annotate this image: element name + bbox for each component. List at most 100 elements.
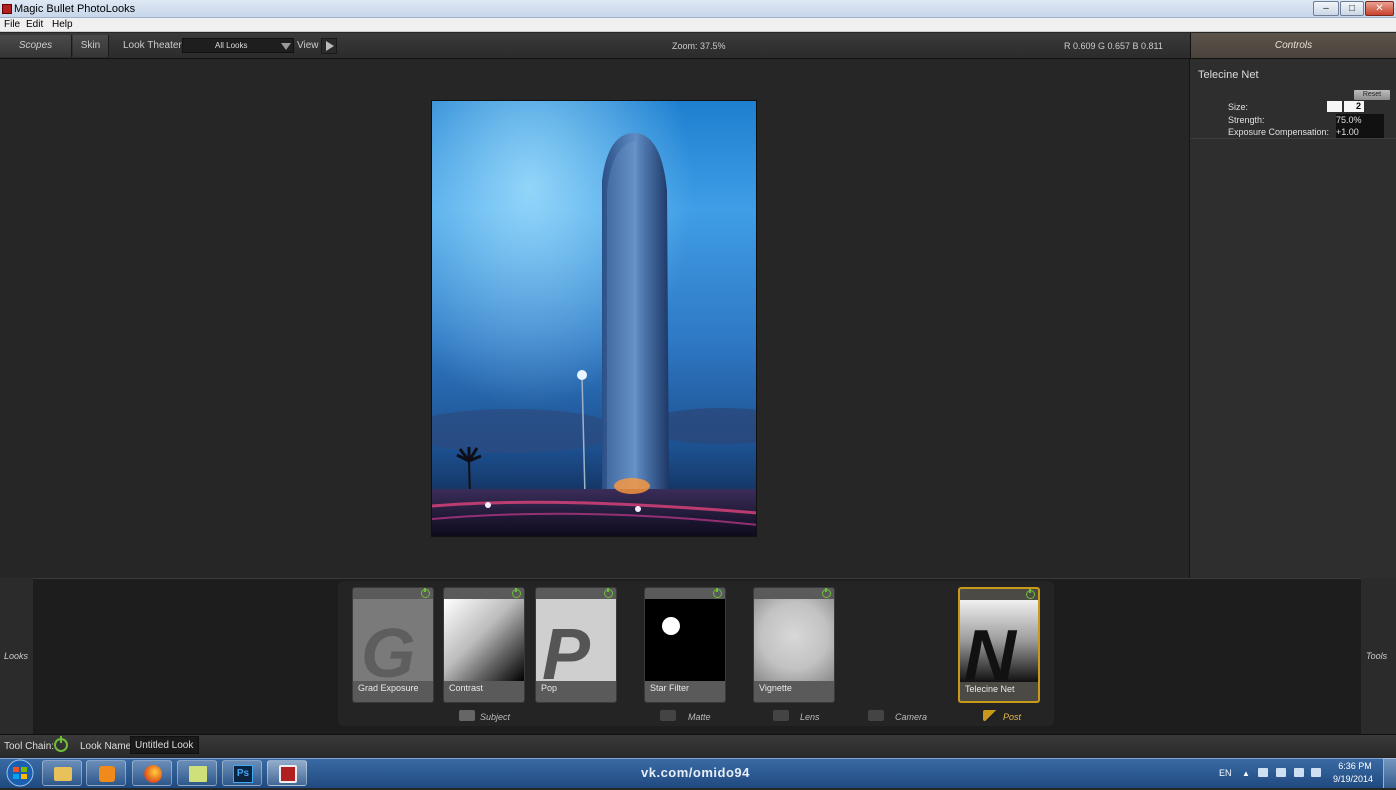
chevron-down-icon xyxy=(281,43,291,50)
param-strength-value[interactable]: 75.0% xyxy=(1336,114,1384,126)
tool-pop[interactable]: P Pop xyxy=(535,587,617,703)
menu-help[interactable]: Help xyxy=(52,19,73,30)
power-icon[interactable] xyxy=(822,588,831,598)
power-icon[interactable] xyxy=(604,588,613,598)
minimize-button[interactable]: – xyxy=(1313,1,1339,16)
window-title: Magic Bullet PhotoLooks xyxy=(14,3,136,15)
maximize-button[interactable]: □ xyxy=(1340,1,1364,16)
window-title-bar: Magic Bullet PhotoLooks – □ ✕ xyxy=(0,0,1396,18)
tools-drawer[interactable]: Tools xyxy=(1361,578,1396,734)
camera-icon xyxy=(868,710,884,721)
tool-grad-exposure[interactable]: G Grad Exposure xyxy=(352,587,434,703)
param-size-label: Size: xyxy=(1228,102,1249,112)
show-desktop-button[interactable] xyxy=(1383,758,1396,788)
zoom-readout: Zoom: 37.5% xyxy=(672,41,726,51)
vignette-thumbnail xyxy=(754,599,834,681)
category-matte[interactable]: Matte xyxy=(688,712,711,722)
clock-time[interactable]: 6:36 PM xyxy=(1335,761,1375,771)
category-camera[interactable]: Camera xyxy=(895,712,927,722)
category-post[interactable]: Post xyxy=(1003,712,1021,722)
category-lens[interactable]: Lens xyxy=(800,712,820,722)
preview-image[interactable] xyxy=(431,100,757,537)
looks-drawer[interactable]: Looks xyxy=(0,578,33,734)
power-icon[interactable] xyxy=(713,588,722,598)
reset-button[interactable]: Reset xyxy=(1354,90,1390,100)
media-player-icon xyxy=(99,766,115,782)
telecine-net-thumbnail: N xyxy=(960,600,1038,696)
power-icon[interactable] xyxy=(421,588,430,598)
status-bar xyxy=(0,734,1396,757)
param-exposure-value[interactable]: +1.00 xyxy=(1336,126,1384,138)
start-button[interactable] xyxy=(2,759,38,787)
app-icon xyxy=(2,4,12,14)
tool-label: Telecine Net xyxy=(965,684,1015,694)
size-value-field[interactable]: 2 xyxy=(1344,101,1364,112)
tool-glyph: G xyxy=(361,614,415,681)
tool-label: Pop xyxy=(541,683,558,693)
panel-divider xyxy=(1190,138,1396,139)
tool-label: Star Filter xyxy=(650,683,690,693)
notes-icon xyxy=(189,766,207,782)
action-center-icon[interactable] xyxy=(1258,768,1268,777)
view-label: View xyxy=(297,40,319,51)
media-player-taskbar-button[interactable] xyxy=(86,760,126,786)
pop-thumbnail: P xyxy=(536,599,616,695)
looks-filter-value: All Looks xyxy=(215,41,248,50)
camera-icon xyxy=(660,710,676,721)
camera-icon xyxy=(773,710,789,721)
effect-title: Telecine Net xyxy=(1198,69,1259,81)
category-subject[interactable]: Subject xyxy=(480,712,510,722)
tool-glyph: P xyxy=(542,615,591,681)
firefox-taskbar-button[interactable] xyxy=(132,760,172,786)
photolooks-icon xyxy=(279,765,297,783)
power-icon[interactable] xyxy=(1026,589,1035,599)
power-icon[interactable] xyxy=(512,588,521,598)
power-icon[interactable] xyxy=(54,736,68,752)
tool-star-filter[interactable]: Star Filter xyxy=(644,587,726,703)
menu-bar: File Edit Help xyxy=(0,18,1396,32)
look-name-input[interactable] xyxy=(130,736,199,754)
tab-controls[interactable]: Controls xyxy=(1190,33,1396,58)
bluetooth-icon[interactable] xyxy=(1276,768,1286,777)
tool-chain-label: Tool Chain: xyxy=(4,741,55,752)
grad-exposure-thumbnail: G xyxy=(353,599,433,692)
contrast-thumbnail xyxy=(444,599,524,681)
menu-edit[interactable]: Edit xyxy=(26,19,43,30)
tool-label: Contrast xyxy=(449,683,484,693)
network-icon[interactable] xyxy=(1294,768,1304,777)
tool-contrast[interactable]: Contrast xyxy=(443,587,525,703)
explorer-taskbar-button[interactable] xyxy=(42,760,82,786)
volume-icon[interactable] xyxy=(1311,768,1321,777)
language-indicator[interactable]: EN xyxy=(1219,768,1232,778)
param-strength-label: Strength: xyxy=(1228,115,1265,125)
rgb-readout: R 0.609 G 0.657 B 0.811 xyxy=(1064,41,1163,51)
tool-glyph: N xyxy=(964,616,1018,682)
photolooks-taskbar-button[interactable] xyxy=(267,760,307,786)
post-icon xyxy=(983,710,999,721)
watermark-text: vk.com/omido94 xyxy=(641,765,750,780)
subject-icon xyxy=(459,710,475,721)
tools-label: Tools xyxy=(1366,651,1388,661)
look-name-label: Look Name: xyxy=(80,741,134,752)
skin-button[interactable]: Skin xyxy=(73,35,109,57)
play-icon[interactable] xyxy=(321,38,337,54)
scopes-button[interactable]: Scopes xyxy=(0,35,72,57)
tray-expand-icon[interactable]: ▲ xyxy=(1242,769,1250,778)
notes-taskbar-button[interactable] xyxy=(177,760,217,786)
looks-label: Looks xyxy=(4,651,29,661)
menu-file[interactable]: File xyxy=(4,19,20,30)
param-exposure: Exposure Compensation: +1.00 xyxy=(1196,126,1390,138)
looks-filter-dropdown[interactable]: All Looks xyxy=(182,38,294,53)
tool-label: Vignette xyxy=(759,683,792,693)
tool-vignette[interactable]: Vignette xyxy=(753,587,835,703)
tool-telecine-net[interactable]: N Telecine Net xyxy=(958,587,1040,703)
close-button[interactable]: ✕ xyxy=(1365,1,1394,16)
size-slider[interactable] xyxy=(1327,101,1342,112)
param-exposure-label: Exposure Compensation: xyxy=(1228,127,1330,137)
look-theater-label: Look Theater xyxy=(123,40,182,51)
tool-label: Grad Exposure xyxy=(358,683,419,693)
photoshop-taskbar-button[interactable]: Ps xyxy=(222,760,262,786)
firefox-icon xyxy=(144,765,162,783)
clock-date[interactable]: 9/19/2014 xyxy=(1329,774,1377,784)
photoshop-icon: Ps xyxy=(233,765,253,783)
